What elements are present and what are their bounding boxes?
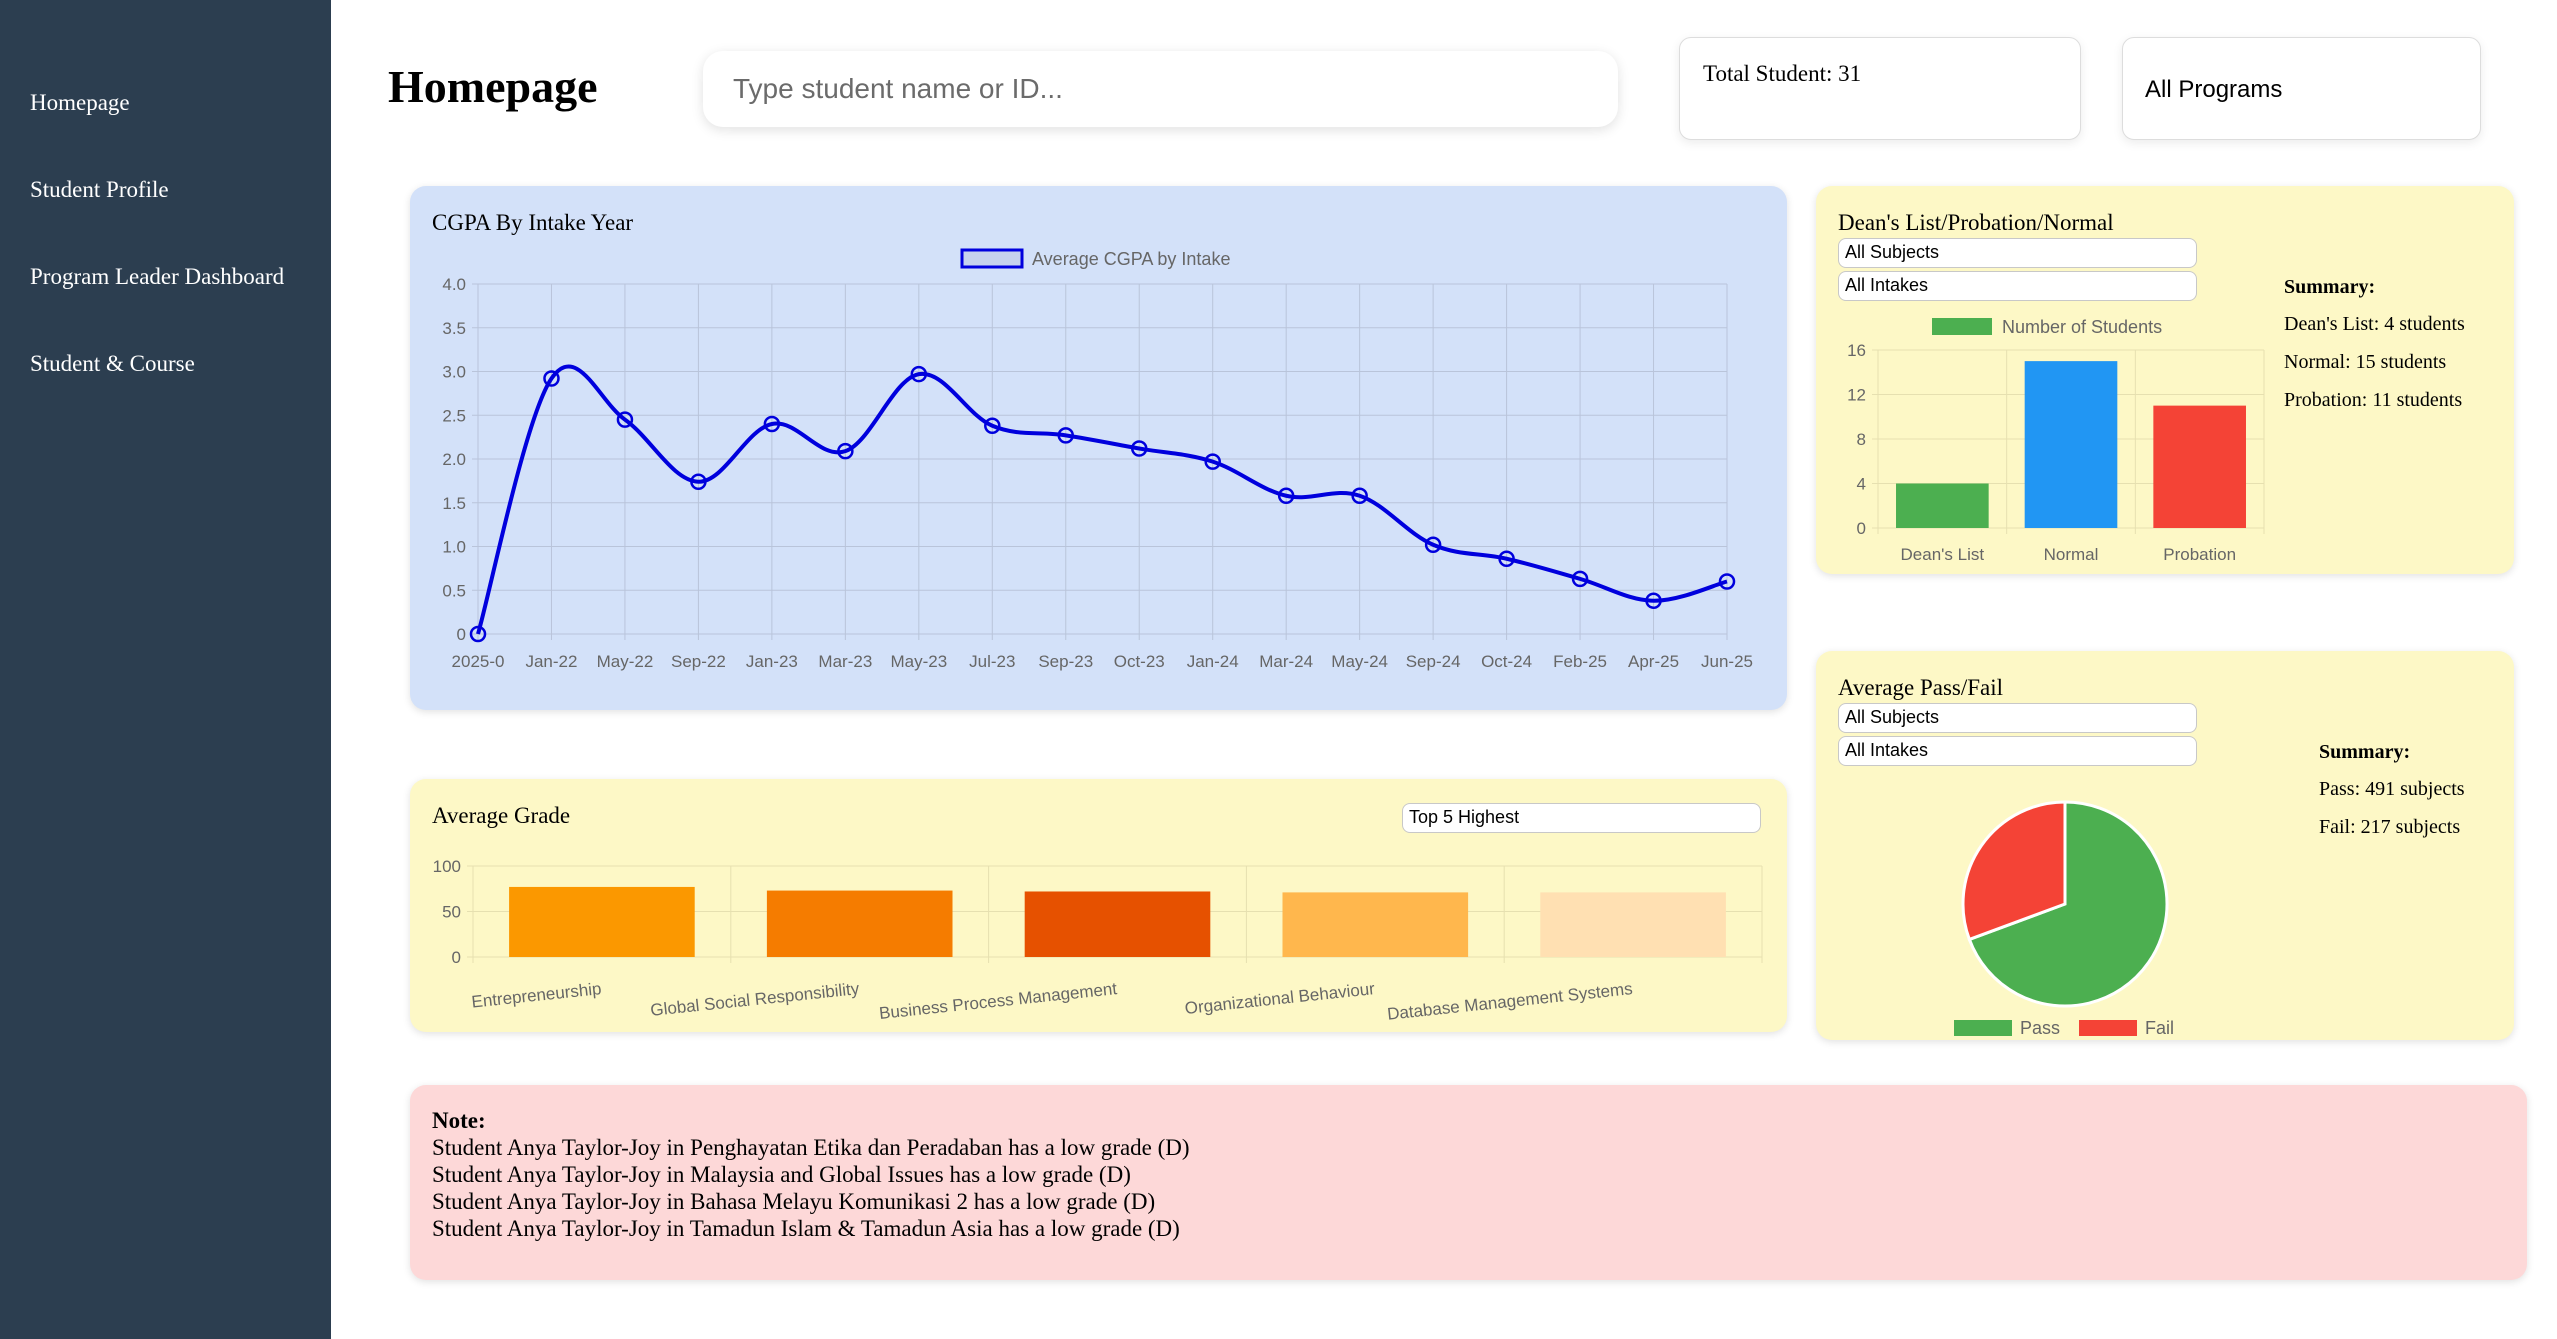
x-tick-label: Entrepreneurship [471, 979, 603, 1012]
deans-summary-line: Probation: 11 students [2284, 389, 2463, 411]
x-tick-label: Jan-23 [746, 652, 798, 671]
grade-bar [1540, 892, 1726, 957]
cgpa-series-line [476, 364, 1728, 635]
legend-label: Number of Students [2002, 317, 2162, 337]
sidebar-item-homepage[interactable]: Homepage [30, 90, 130, 116]
sidebar: Homepage Student Profile Program Leader … [0, 0, 331, 1339]
deans-list-card: Dean's List/Probation/Normal All Subject… [1816, 186, 2514, 574]
y-tick-label: 1.5 [442, 494, 466, 513]
x-tick-label: Normal [2044, 545, 2099, 564]
legend-label: Pass [2020, 1018, 2060, 1038]
grade-bar [1282, 892, 1469, 957]
note-line: Student Anya Taylor-Joy in Penghayatan E… [432, 1135, 1190, 1160]
y-tick-label: 2.0 [442, 450, 466, 469]
average-grade-card: Average Grade Top 5 Highest 0 50 100 Entrep… [410, 779, 1787, 1032]
y-tick-label: 50 [442, 903, 461, 922]
y-tick-label: 4 [1857, 475, 1866, 494]
x-tick-label: Database Management Systems [1386, 979, 1633, 1024]
cgpa-card: CGPA By Intake Year 0 0.5 1.0 1.5 2.0 2.5 3.0 3… [410, 186, 1787, 710]
legend-swatch [2079, 1020, 2137, 1036]
program-select[interactable]: All Programs [2122, 37, 2481, 140]
total-students-text: Total Student: 31 [1703, 61, 1862, 86]
x-tick-label: Jan-24 [1187, 652, 1239, 671]
x-tick-label: Apr-25 [1628, 652, 1679, 671]
x-tick-label: Jul-23 [969, 652, 1015, 671]
search-bar [703, 51, 1618, 127]
legend-label: Fail [2145, 1018, 2174, 1038]
x-tick-label: Jan-22 [525, 652, 577, 671]
y-tick-label: 0 [452, 948, 461, 967]
note-line: Student Anya Taylor-Joy in Bahasa Melayu… [432, 1189, 1156, 1214]
note-title: Note: [432, 1108, 486, 1133]
passfail-summary-line: Fail: 217 subjects [2319, 816, 2461, 838]
x-tick-label: Oct-24 [1481, 652, 1532, 671]
sidebar-item-program-leader-dashboard[interactable]: Program Leader Dashboard [30, 264, 284, 290]
status-bar [2153, 405, 2246, 528]
y-tick-label: 0 [457, 625, 466, 644]
y-tick-label: 0.5 [442, 581, 466, 600]
status-bar [2024, 361, 2118, 528]
y-tick-label: 8 [1857, 430, 1866, 449]
y-tick-label: 100 [433, 857, 461, 876]
x-tick-label: Global Social Responsibility [650, 979, 861, 1020]
y-tick-label: 4.0 [442, 275, 466, 294]
grade-bar [509, 886, 695, 957]
page-title: Homepage [388, 61, 598, 112]
legend-swatch [960, 248, 1024, 269]
total-students-box: Total Student: 31 [1679, 37, 2081, 140]
note-line: Student Anya Taylor-Joy in Tamadun Islam… [432, 1216, 1180, 1241]
grade-bar [1024, 891, 1211, 957]
passfail-summary-title: Summary: [2319, 741, 2411, 763]
grade-bar [766, 890, 953, 957]
legend-swatch [1954, 1020, 2012, 1036]
x-tick-label: Organizational Behaviour [1184, 979, 1376, 1018]
x-tick-label: Probation [2163, 545, 2236, 564]
x-tick-label: Business Process Management [878, 979, 1118, 1023]
legend-swatch [1932, 318, 1992, 335]
y-tick-label: 3.0 [442, 363, 466, 382]
sidebar-item-student-profile[interactable]: Student Profile [30, 177, 169, 203]
sidebar-item-student-course[interactable]: Student & Course [30, 351, 195, 377]
y-tick-label: 0 [1857, 519, 1866, 538]
x-tick-label: Mar-24 [1259, 652, 1313, 671]
x-tick-label: Jun-25 [1701, 652, 1753, 671]
program-select-value: All Programs [2145, 76, 2283, 103]
average-grade-chart: 0 50 100 Entrepreneurship Global Social Resp… [433, 857, 1763, 1024]
x-tick-label: Feb-25 [1553, 652, 1607, 671]
x-tick-label: 2025-0 [452, 652, 505, 671]
y-tick-label: 2.5 [442, 406, 466, 425]
x-tick-label: Oct-23 [1114, 652, 1165, 671]
x-tick-label: May-24 [1331, 652, 1388, 671]
x-tick-label: Sep-23 [1038, 652, 1093, 671]
note-line: Student Anya Taylor-Joy in Malaysia and … [432, 1162, 1131, 1187]
note-card: Note: Student Anya Taylor-Joy in Penghay… [410, 1085, 2527, 1280]
x-tick-label: Sep-22 [671, 652, 726, 671]
deans-list-chart: 0 4 8 12 16 Dean's List Normal Probation Number … [1847, 317, 2265, 564]
pass-fail-chart: Pass Fail [1954, 800, 2174, 1038]
y-tick-label: 1.0 [442, 538, 466, 557]
deans-summary-line: Normal: 15 students [2284, 351, 2447, 373]
y-tick-label: 12 [1847, 386, 1866, 405]
search-input[interactable] [703, 51, 1618, 127]
deans-summary-line: Dean's List: 4 students [2284, 313, 2465, 335]
passfail-summary-line: Pass: 491 subjects [2319, 778, 2465, 800]
y-tick-label: 16 [1847, 341, 1866, 360]
deans-summary-title: Summary: [2284, 276, 2376, 298]
x-tick-label: May-23 [890, 652, 947, 671]
status-bar [1896, 483, 1989, 528]
pass-fail-card: Average Pass/Fail All Subjects All Intak… [1816, 651, 2514, 1040]
cgpa-chart: 0 0.5 1.0 1.5 2.0 2.5 3.0 3.5 4.0 2025-0 Jan-22 May… [442, 248, 1753, 671]
x-tick-label: May-22 [597, 652, 654, 671]
legend-label: Average CGPA by Intake [1032, 249, 1230, 269]
y-tick-label: 3.5 [442, 319, 466, 338]
x-tick-label: Dean's List [1901, 545, 1985, 564]
x-tick-label: Sep-24 [1406, 652, 1461, 671]
x-tick-label: Mar-23 [818, 652, 872, 671]
